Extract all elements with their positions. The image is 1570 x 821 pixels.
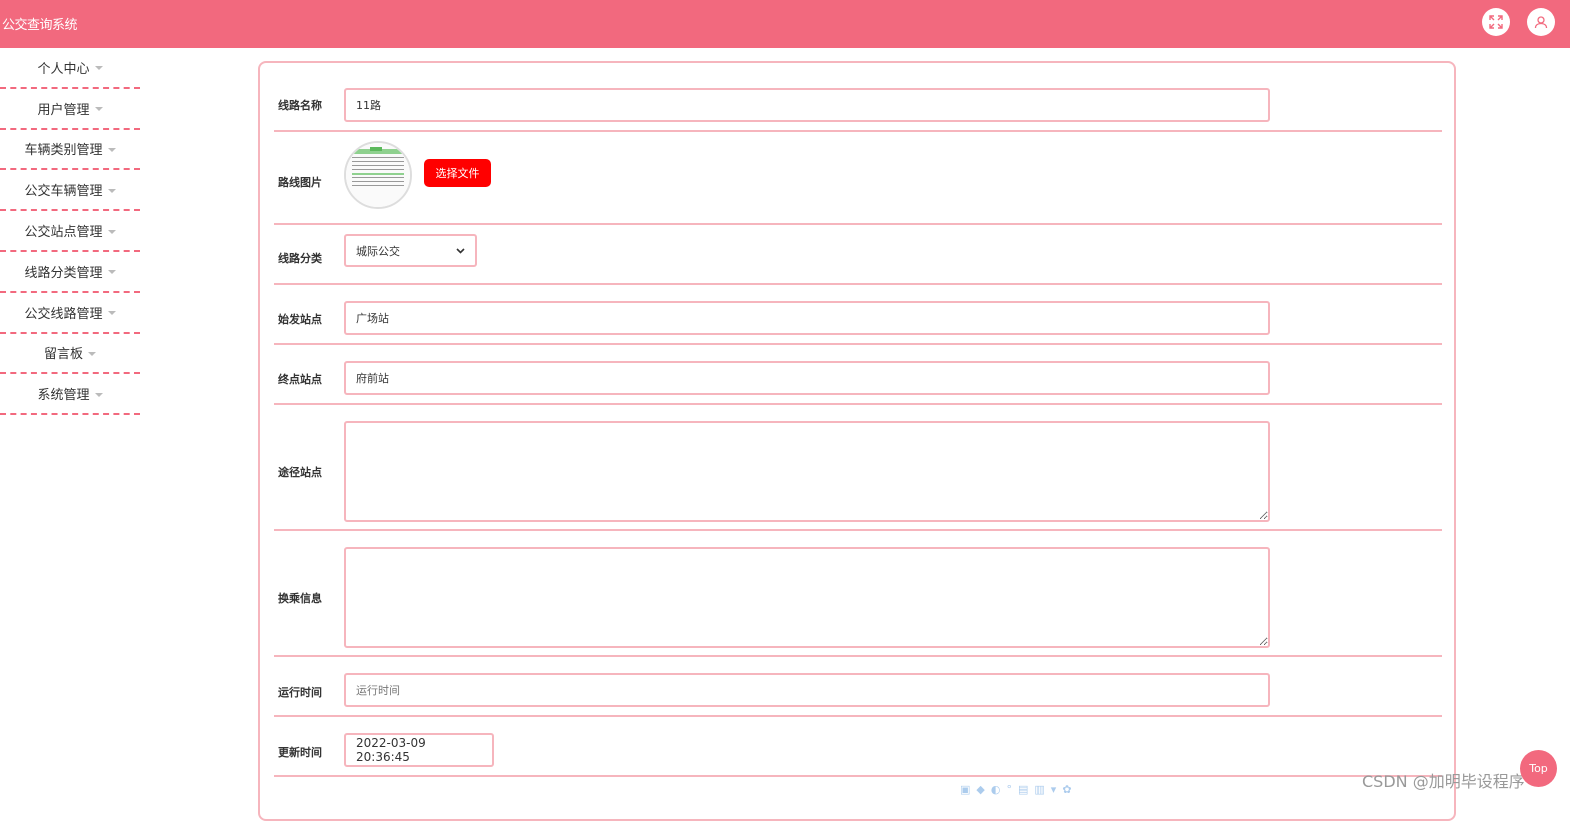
route-name-label: 线路名称 bbox=[278, 99, 322, 112]
caret-down-icon bbox=[107, 147, 116, 152]
caret-down-icon bbox=[94, 107, 103, 112]
sidebar-item-bus-vehicle[interactable]: 公交车辆管理 bbox=[0, 170, 140, 212]
route-form: 线路名称 路线图片 bbox=[258, 61, 1456, 821]
skin-icon: ▥ bbox=[1034, 783, 1045, 796]
sidebar-item-label: 个人中心 bbox=[37, 61, 90, 77]
sidebar-item-vehicle-category[interactable]: 车辆类别管理 bbox=[0, 130, 140, 171]
sidebar-item-route-category[interactable]: 线路分类管理 bbox=[0, 252, 140, 293]
sidebar-item-user-management[interactable]: 用户管理 bbox=[0, 89, 140, 130]
choose-file-button[interactable]: 选择文件 bbox=[424, 159, 491, 187]
caret-down-icon bbox=[107, 229, 116, 234]
caret-down-icon bbox=[94, 66, 103, 71]
sidebar-item-personal-center[interactable]: 个人中心 bbox=[0, 48, 140, 89]
start-station-label: 始发站点 bbox=[278, 313, 322, 326]
transfer-info-textarea[interactable] bbox=[344, 547, 1270, 648]
route-category-value: 城际公交 bbox=[356, 244, 400, 258]
sidebar-item-label: 线路分类管理 bbox=[24, 265, 103, 281]
sidebar-menu: 个人中心 用户管理 车辆类别管理 公交车辆管理 公交站点管理 线路分类管理 公交… bbox=[0, 48, 140, 416]
via-stations-label: 途径站点 bbox=[278, 466, 322, 479]
keyboard-icon: ▤ bbox=[1017, 783, 1029, 796]
sidebar-item-label: 公交线路管理 bbox=[24, 306, 103, 322]
form-row-transfer-info: 换乘信息 bbox=[274, 531, 1442, 657]
route-category-label: 线路分类 bbox=[278, 252, 322, 265]
route-category-select[interactable]: 城际公交 bbox=[344, 234, 477, 267]
punctuation-icon: ° bbox=[1006, 783, 1012, 796]
sidebar-item-label: 系统管理 bbox=[37, 388, 90, 404]
app-title: 公交查询系统 bbox=[2, 18, 78, 33]
run-time-input[interactable] bbox=[344, 673, 1270, 707]
caret-down-icon bbox=[94, 392, 103, 397]
caret-down-icon bbox=[107, 188, 116, 193]
fullscreen-icon[interactable] bbox=[1482, 8, 1510, 36]
end-station-input[interactable] bbox=[344, 361, 1270, 395]
transfer-info-label: 换乘信息 bbox=[278, 592, 322, 605]
form-row-route-category: 线路分类 城际公交 bbox=[274, 225, 1442, 285]
sidebar-item-bus-route[interactable]: 公交线路管理 bbox=[0, 293, 140, 334]
form-row-run-time: 运行时间 bbox=[274, 657, 1442, 717]
run-time-label: 运行时间 bbox=[278, 686, 322, 699]
route-name-input[interactable] bbox=[344, 88, 1270, 122]
ime-mode-icon: ◆ bbox=[976, 783, 985, 796]
form-row-via-stations: 途径站点 bbox=[274, 405, 1442, 531]
route-image-thumbnail bbox=[344, 141, 412, 209]
form-row-start-station: 始发站点 bbox=[274, 285, 1442, 345]
sidebar-item-label: 公交站点管理 bbox=[24, 225, 103, 241]
top-header: 公交查询系统 bbox=[0, 0, 1570, 48]
ime-icon: ▣ bbox=[960, 783, 971, 796]
update-time-input[interactable]: 2022-03-09 20:36:45 bbox=[344, 733, 494, 767]
shirt-icon: ▾ bbox=[1050, 783, 1057, 796]
route-image-label: 路线图片 bbox=[278, 176, 322, 189]
via-stations-textarea[interactable] bbox=[344, 421, 1270, 522]
moon-icon: ◐ bbox=[990, 783, 1001, 796]
sidebar-item-label: 车辆类别管理 bbox=[24, 143, 103, 159]
ime-toolbar: ▣ ◆ ◐ ° ▤ ▥ ▾ ✿ bbox=[960, 783, 1072, 797]
end-station-label: 终点站点 bbox=[278, 373, 322, 386]
form-row-update-time: 更新时间 2022-03-09 20:36:45 bbox=[274, 717, 1442, 777]
watermark: CSDN @加明毕设程序 bbox=[1362, 772, 1525, 791]
caret-down-icon bbox=[107, 270, 116, 275]
sidebar-item-label: 用户管理 bbox=[37, 102, 90, 118]
form-row-route-name: 线路名称 bbox=[274, 73, 1442, 132]
start-station-input[interactable] bbox=[344, 301, 1270, 335]
caret-down-icon bbox=[107, 311, 116, 316]
chevron-down-icon bbox=[456, 247, 465, 254]
sidebar-item-label: 公交车辆管理 bbox=[24, 184, 103, 200]
user-icon[interactable] bbox=[1527, 8, 1555, 36]
sidebar-item-message-board[interactable]: 留言板 bbox=[0, 334, 140, 375]
gear-icon: ✿ bbox=[1062, 783, 1072, 796]
update-time-label: 更新时间 bbox=[278, 746, 322, 759]
sidebar-item-label: 留言板 bbox=[43, 347, 83, 363]
sidebar-item-bus-station[interactable]: 公交站点管理 bbox=[0, 211, 140, 252]
sidebar-item-system-management[interactable]: 系统管理 bbox=[0, 374, 140, 416]
form-row-route-image: 路线图片 选择文件 bbox=[274, 132, 1442, 225]
form-row-end-station: 终点站点 bbox=[274, 345, 1442, 405]
caret-down-icon bbox=[88, 351, 96, 356]
back-to-top-button[interactable]: Top bbox=[1520, 750, 1557, 787]
